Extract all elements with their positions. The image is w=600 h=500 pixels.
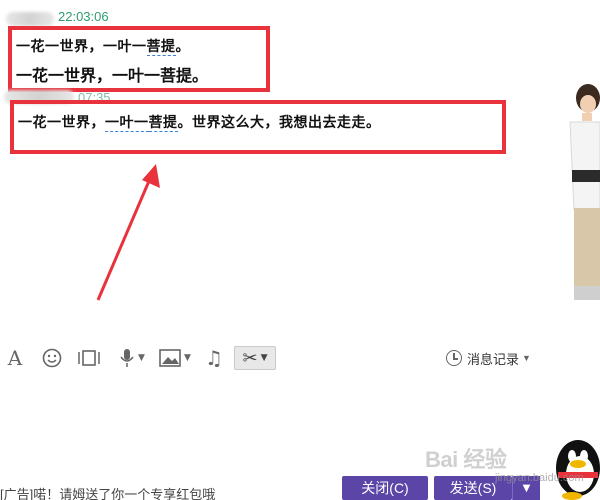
chevron-down-icon: ▼ <box>138 353 145 363</box>
video-icon[interactable] <box>76 346 102 370</box>
music-icon[interactable]: ♫ <box>202 346 226 370</box>
font-glyph: A <box>7 346 23 370</box>
microphone-icon[interactable]: ▼ <box>112 346 152 370</box>
watermark-url: jingyan.baidu.com <box>495 472 584 484</box>
annotation-highlight-box <box>8 26 270 92</box>
message-history-button[interactable]: 消息记录 ▼ <box>446 348 531 368</box>
annotation-arrow-icon <box>96 164 160 301</box>
chevron-down-icon: ▼ <box>522 353 531 363</box>
sender-name-blurred <box>6 12 54 26</box>
screenshot-scissors-icon[interactable]: ✂ ▼ <box>234 346 276 370</box>
image-icon[interactable]: ▼ <box>154 346 196 370</box>
message-timestamp: 22:03:06 <box>58 9 109 24</box>
video-glyph <box>78 350 100 366</box>
history-label: 消息记录 <box>467 351 520 367</box>
baidu-watermark-logo: Bai 经验 <box>425 447 507 472</box>
ad-link[interactable]: [广告]喏！请姆送了你一个专享红包哦 <box>0 484 215 500</box>
chevron-down-icon: ▼ <box>522 482 531 494</box>
chevron-down-icon: ▼ <box>260 353 268 363</box>
close-button[interactable]: 关闭(C) <box>342 476 428 500</box>
qq-penguin-icon <box>556 440 600 500</box>
music-glyph: ♫ <box>205 346 223 370</box>
avatar-figure <box>569 84 600 300</box>
microphone-glyph <box>120 349 134 367</box>
emoji-icon[interactable] <box>40 346 64 370</box>
chevron-down-icon: ▼ <box>184 353 191 363</box>
chat-message-area: 22:03:06 一花一世界，一叶一菩提。 一花一世界，一叶一菩提。 07:35… <box>0 0 548 340</box>
font-icon[interactable]: A <box>4 346 26 370</box>
emoji-glyph <box>42 348 62 368</box>
clock-icon <box>446 350 462 366</box>
image-glyph <box>159 349 181 367</box>
scissors-glyph: ✂ <box>242 347 258 369</box>
annotation-highlight-box <box>10 100 506 154</box>
